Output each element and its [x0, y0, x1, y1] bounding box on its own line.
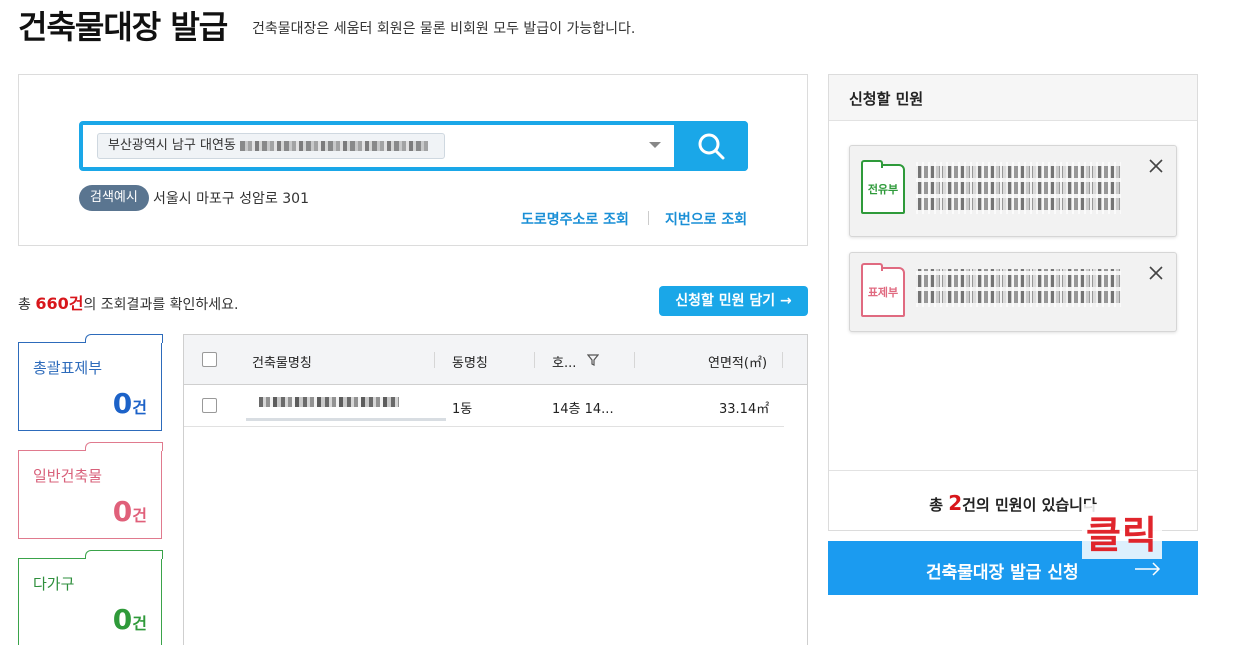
page-title: 건축물대장 발급	[18, 8, 228, 46]
column-divider	[534, 352, 535, 368]
selected-address-text: 부산광역시 남구 대연동	[108, 138, 236, 153]
column-divider	[634, 352, 635, 368]
example-text: 서울시 마포구 성암로 301	[153, 191, 309, 207]
row-checkbox[interactable]	[202, 398, 217, 413]
chevron-down-icon[interactable]	[649, 142, 661, 148]
click-annotation: 클릭	[1082, 504, 1162, 559]
row-dong: 1동	[452, 402, 473, 417]
card-tab	[85, 334, 163, 343]
page-subtitle: 건축물대장은 세움터 회원은 물론 비회원 모두 발급이 가능합니다.	[252, 21, 636, 37]
search-icon	[698, 133, 725, 160]
request-panel: 신청할 민원 전유부 표제부 총 2건의 민원이 있습니다	[828, 74, 1198, 531]
result-summary: 총 660건의 조회결과를 확인하세요.	[18, 290, 239, 314]
category-label: 일반건축물	[33, 467, 103, 485]
column-header-dong[interactable]: 동명칭	[452, 352, 488, 371]
close-icon[interactable]	[1148, 158, 1164, 174]
search-button[interactable]	[674, 121, 748, 171]
arrow-right-icon	[1135, 561, 1161, 581]
category-card-summary[interactable]: 총괄표제부 0건	[18, 334, 163, 431]
row-area: 33.14㎡	[719, 402, 770, 417]
redacted-address	[916, 162, 1121, 214]
select-all-checkbox[interactable]	[202, 352, 217, 367]
column-divider	[782, 352, 783, 368]
request-count: 2	[948, 491, 963, 515]
column-divider	[434, 352, 435, 368]
add-request-button[interactable]: 신청할 민원 담기 →	[659, 286, 808, 316]
filter-icon[interactable]	[587, 354, 599, 366]
request-count-prefix: 총	[929, 496, 949, 514]
close-icon[interactable]	[1148, 265, 1164, 281]
folder-icon: 전유부	[861, 160, 905, 214]
category-card-multi-household[interactable]: 다가구 0건	[18, 550, 163, 645]
row-ho: 14층 14...	[552, 402, 614, 417]
result-count: 660건	[35, 294, 84, 313]
request-item: 전유부	[849, 145, 1177, 237]
link-divider	[648, 211, 649, 225]
result-suffix: 의 조회결과를 확인하세요.	[83, 297, 239, 313]
card-tab	[85, 442, 163, 451]
category-count: 0건	[112, 603, 147, 636]
result-prefix: 총	[18, 297, 36, 313]
category-count: 0건	[112, 495, 147, 528]
column-header-building-name[interactable]: 건축물명칭	[252, 352, 312, 371]
row-underline	[246, 418, 446, 421]
request-type: 표제부	[867, 286, 899, 299]
column-header-area[interactable]: 연면적(㎡)	[708, 352, 767, 371]
category-card-general[interactable]: 일반건축물 0건	[18, 442, 163, 539]
category-count: 0건	[112, 387, 147, 420]
redacted-address	[916, 269, 1121, 307]
request-panel-title: 신청할 민원	[829, 75, 1197, 121]
request-type: 전유부	[867, 183, 899, 196]
card-tab	[85, 550, 163, 559]
redacted-address	[239, 140, 428, 151]
redacted-building-name	[259, 397, 399, 407]
search-panel: 부산광역시 남구 대연동 검색예시 서울시 마포구 성암로 301 도로명주소로…	[18, 74, 808, 246]
column-header-ho[interactable]: 호...	[552, 352, 576, 371]
request-item: 표제부	[849, 252, 1177, 332]
apply-button-label: 건축물대장 발급 신청	[926, 563, 1079, 583]
request-count-suffix: 건의 민원이 있습니다	[962, 496, 1097, 514]
folder-icon: 표제부	[861, 263, 905, 317]
results-table: 건축물명칭 동명칭 호... 연면적(㎡) 1동 14층 14... 33.14…	[183, 334, 808, 645]
category-label: 다가구	[33, 575, 75, 593]
road-address-search-link[interactable]: 도로명주소로 조회	[521, 209, 629, 229]
arrow-right-svg	[1135, 562, 1161, 576]
table-header: 건축물명칭 동명칭 호... 연면적(㎡)	[184, 335, 807, 385]
example-badge: 검색예시	[79, 185, 149, 211]
address-search-input[interactable]: 부산광역시 남구 대연동	[79, 121, 748, 171]
table-row[interactable]: 1동 14층 14... 33.14㎡	[184, 385, 784, 427]
category-label: 총괄표제부	[33, 359, 103, 377]
selected-address-tag[interactable]: 부산광역시 남구 대연동	[97, 133, 445, 159]
lot-number-search-link[interactable]: 지번으로 조회	[665, 209, 747, 229]
